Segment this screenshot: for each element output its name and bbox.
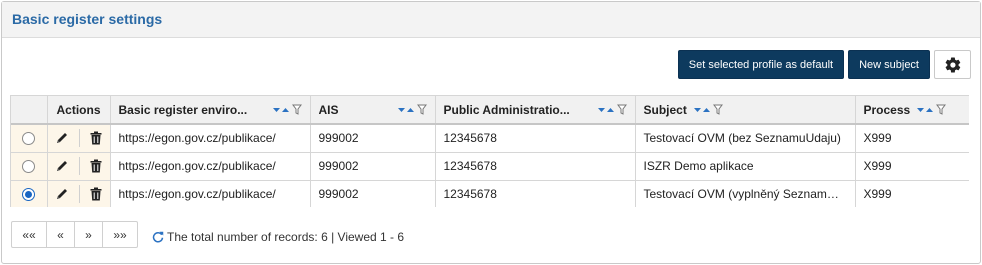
- toolbar: Set selected profile as default New subj…: [677, 50, 971, 79]
- column-header-label: Public Administratio...: [443, 102, 570, 117]
- column-header-environment[interactable]: Basic register enviro...: [110, 96, 311, 125]
- column-header-public-administration[interactable]: Public Administratio...: [435, 96, 636, 125]
- delete-trash-icon[interactable]: [90, 131, 102, 145]
- ais-cell: 999002: [310, 124, 436, 153]
- pagination: «« « » »»: [11, 221, 138, 248]
- filter-icon[interactable]: [712, 104, 723, 115]
- panel-header: Basic register settings: [2, 2, 980, 38]
- environment-cell: https://egon.gov.cz/publikace/: [110, 124, 311, 153]
- gear-icon: [945, 56, 960, 72]
- public-administration-cell: 12345678: [435, 180, 636, 207]
- process-cell: X999: [855, 152, 969, 181]
- register-settings-grid: Actions Basic register enviro... AIS Pub…: [10, 95, 969, 207]
- column-header-label: Basic register enviro...: [118, 102, 248, 117]
- edit-pencil-icon[interactable]: [55, 187, 69, 201]
- actions-cell: [47, 180, 111, 207]
- ais-cell: 999002: [310, 180, 436, 207]
- row-select-radio[interactable]: [22, 160, 36, 174]
- records-info: The total number of records: 6 | Viewed …: [152, 230, 404, 244]
- column-header-actions: Actions: [47, 96, 111, 125]
- process-cell: X999: [855, 124, 969, 153]
- actions-divider: [79, 157, 80, 175]
- edit-pencil-icon[interactable]: [55, 159, 69, 173]
- column-header-label: Subject: [643, 102, 687, 117]
- select-cell[interactable]: [11, 152, 48, 181]
- settings-button[interactable]: [934, 50, 971, 79]
- last-page-button[interactable]: »»: [102, 221, 138, 248]
- filter-icon[interactable]: [936, 104, 947, 115]
- column-header-label: AIS: [318, 102, 339, 117]
- select-cell[interactable]: [11, 180, 48, 207]
- select-column-header: [11, 96, 48, 125]
- column-header-ais[interactable]: AIS: [310, 96, 436, 125]
- public-administration-cell: 12345678: [435, 124, 636, 153]
- sort-icon[interactable]: [272, 105, 290, 115]
- environment-cell: https://egon.gov.cz/publikace/: [110, 180, 311, 207]
- panel-title: Basic register settings: [12, 11, 163, 27]
- edit-pencil-icon[interactable]: [55, 131, 69, 145]
- environment-cell: https://egon.gov.cz/publikace/: [110, 152, 311, 181]
- table-row[interactable]: https://egon.gov.cz/publikace/999002 1234…: [11, 180, 969, 207]
- refresh-icon[interactable]: [152, 231, 164, 243]
- table-row[interactable]: https://egon.gov.cz/publikace/999002 1234…: [11, 152, 969, 181]
- delete-trash-icon[interactable]: [90, 187, 102, 201]
- process-cell: X999: [855, 180, 969, 207]
- column-header-label: Process: [863, 102, 911, 117]
- column-header-process[interactable]: Process: [855, 96, 969, 125]
- filter-icon[interactable]: [291, 104, 302, 115]
- set-default-profile-button[interactable]: Set selected profile as default: [677, 50, 845, 79]
- new-subject-button[interactable]: New subject: [848, 50, 930, 79]
- select-cell[interactable]: [11, 124, 48, 153]
- sort-icon[interactable]: [397, 105, 415, 115]
- actions-cell: [47, 124, 111, 153]
- actions-divider: [79, 185, 80, 203]
- subject-cell: Testovací OVM (vyplněný SeznamUd...: [635, 180, 856, 207]
- row-select-radio[interactable]: [22, 188, 36, 202]
- filter-icon[interactable]: [616, 104, 627, 115]
- previous-page-button[interactable]: «: [46, 221, 75, 248]
- row-select-radio[interactable]: [22, 132, 36, 146]
- public-administration-cell: 12345678: [435, 152, 636, 181]
- table-row[interactable]: https://egon.gov.cz/publikace/999002 1234…: [11, 124, 969, 153]
- subject-cell: Testovací OVM (bez SeznamuUdaju): [635, 124, 856, 153]
- table-header-row: Actions Basic register enviro... AIS Pub…: [11, 96, 969, 125]
- subject-cell: ISZR Demo aplikace: [635, 152, 856, 181]
- column-header-subject[interactable]: Subject: [635, 96, 856, 125]
- records-count-text: The total number of records: 6 | Viewed …: [167, 230, 405, 244]
- delete-trash-icon[interactable]: [90, 159, 102, 173]
- ais-cell: 999002: [310, 152, 436, 181]
- actions-cell: [47, 152, 111, 181]
- sort-icon[interactable]: [693, 105, 711, 115]
- actions-divider: [79, 129, 80, 148]
- filter-icon[interactable]: [416, 104, 427, 115]
- first-page-button[interactable]: ««: [11, 221, 47, 248]
- sort-icon[interactable]: [916, 105, 934, 115]
- column-header-label: Actions: [56, 102, 101, 117]
- sort-icon[interactable]: [597, 105, 615, 115]
- register-settings-table: Actions Basic register enviro... AIS Pub…: [11, 96, 969, 207]
- next-page-button[interactable]: »: [74, 221, 103, 248]
